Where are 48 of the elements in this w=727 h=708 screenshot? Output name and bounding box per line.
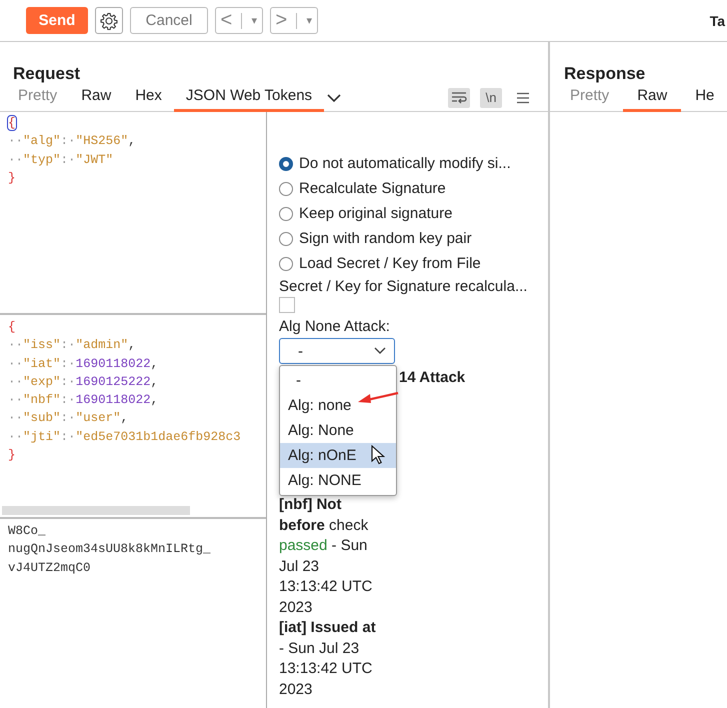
check-result-text: [nbf] Not before check passed - Sun Jul 23 13:13:42 UTC 2023 bbox=[279, 495, 374, 618]
cursor-icon bbox=[371, 445, 385, 465]
view-tab[interactable]: Pretty bbox=[556, 84, 624, 112]
cancel-button[interactable]: Cancel bbox=[130, 7, 208, 34]
view-tab[interactable]: Raw bbox=[623, 84, 682, 112]
signature-editor[interactable]: W8Co_ nugQnJseom34sUU8k8kMnILRtg_ vJ4UTZ2mqC0 bbox=[0, 519, 266, 708]
response-title: Response bbox=[563, 63, 646, 84]
view-tab[interactable]: Pretty bbox=[6, 84, 70, 112]
radio-label: Load Secret / Key from File bbox=[299, 255, 481, 272]
dropdown-option[interactable]: - bbox=[280, 368, 396, 393]
attack-label: 14 Attack bbox=[399, 369, 466, 386]
annotation-arrow bbox=[357, 390, 399, 406]
alg-none-label: Alg None Attack: bbox=[279, 317, 390, 337]
view-tab[interactable]: Raw bbox=[69, 84, 124, 112]
dropdown-option[interactable]: Alg: none bbox=[280, 393, 396, 418]
settings-icon bbox=[100, 12, 118, 30]
checkbox[interactable] bbox=[279, 297, 295, 313]
radio-label: Keep original signature bbox=[299, 205, 452, 222]
settings-button[interactable] bbox=[95, 7, 123, 34]
menu-icon[interactable] bbox=[516, 92, 530, 104]
chevron-down-icon bbox=[374, 347, 386, 355]
newline-toggle[interactable]: \n bbox=[480, 88, 502, 108]
radio-button[interactable] bbox=[279, 232, 293, 246]
check-result-text: [iat] Issued at - Sun Jul 23 13:13:42 UTC 2023 bbox=[279, 618, 377, 700]
radio-label: Do not automatically modify si... bbox=[299, 155, 511, 172]
chevron-down-icon[interactable] bbox=[326, 92, 342, 102]
radio-button[interactable] bbox=[279, 256, 293, 270]
forward-button[interactable]: > ▾ bbox=[270, 7, 318, 34]
radio-button[interactable] bbox=[279, 156, 293, 170]
radio-button[interactable] bbox=[279, 182, 293, 196]
radio-label: Sign with random key pair bbox=[299, 230, 472, 247]
radio-label: Recalculate Signature bbox=[299, 180, 446, 197]
secret-label: Secret / Key for Signature recalcula... bbox=[279, 277, 528, 297]
dropdown-option[interactable]: Alg: nOnE bbox=[280, 443, 396, 468]
view-tab[interactable]: JSON Web Tokens bbox=[174, 84, 324, 112]
view-tab[interactable]: Hex bbox=[123, 84, 174, 112]
radio-button[interactable] bbox=[279, 206, 293, 220]
view-tab[interactable]: He bbox=[681, 84, 727, 112]
payload-editor[interactable]: { ··"iss":·"admin", ··"iat":·1690118022, ··"exp":·1690125222, ··"nbf":·1690118022, ··"sub":·"user", ··"jti":·"ed5e7031b1dae6fb928c3 } bbox=[0, 315, 266, 519]
alg-dropdown[interactable]: - bbox=[279, 338, 395, 364]
dropdown-option[interactable]: Alg: NONE bbox=[280, 468, 396, 493]
tab-label[interactable]: Ta bbox=[710, 12, 725, 28]
header-editor[interactable]: { ··"alg":·"HS256", ··"typ":·"JWT" } bbox=[0, 112, 266, 315]
scrollbar[interactable] bbox=[2, 506, 190, 515]
back-button[interactable]: < ▾ bbox=[215, 7, 263, 34]
dropdown-option[interactable]: Alg: None bbox=[280, 418, 396, 443]
wrap-toggle[interactable] bbox=[448, 88, 470, 108]
request-title: Request bbox=[12, 63, 82, 84]
